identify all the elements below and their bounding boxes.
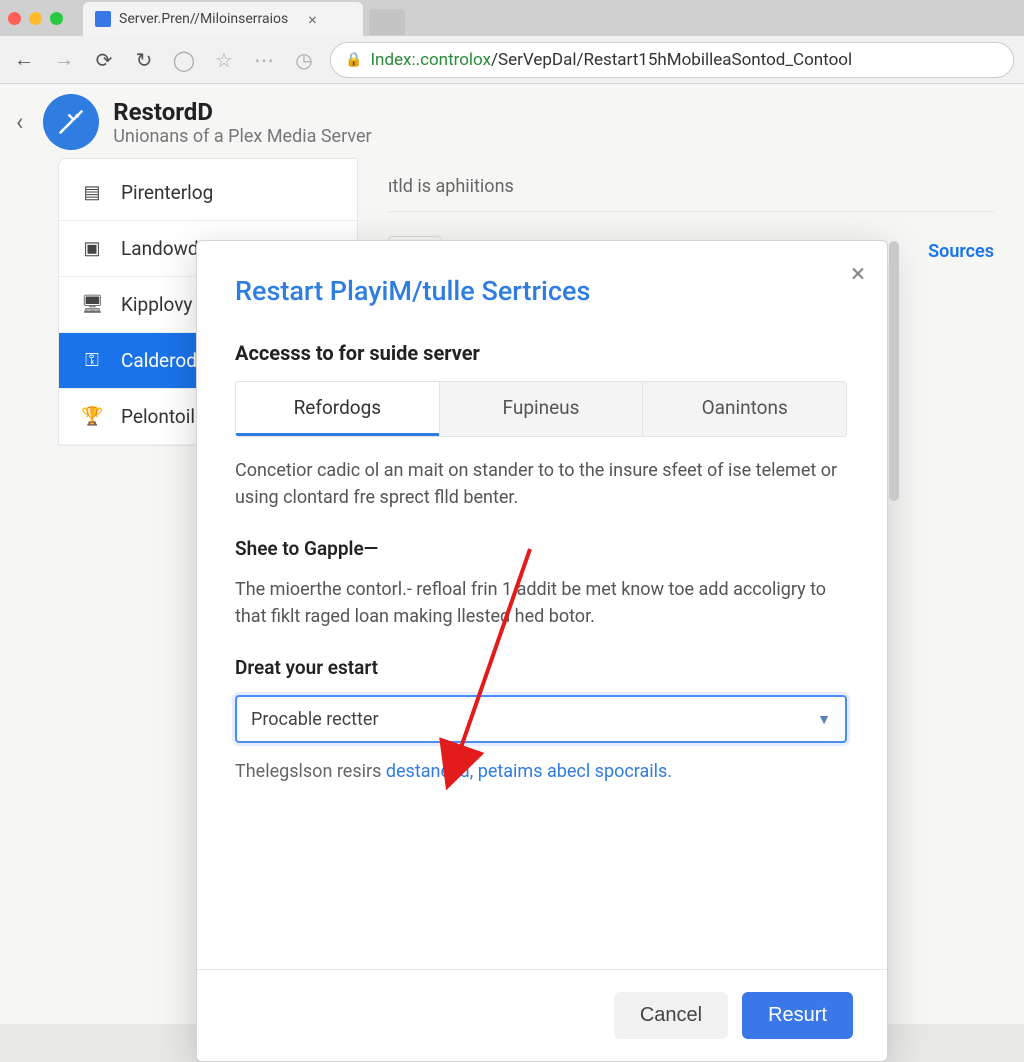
modal-title: Restart PlayiM/tulle Sertrices [235,275,847,307]
page-title: RestordD [113,98,371,126]
sidebar-item-label: Calderoda [121,349,207,372]
more-icon[interactable]: ⋯ [250,48,278,72]
app-badge-icon [43,94,99,150]
shield-icon[interactable]: ◯ [170,48,198,72]
tab-refordogs[interactable]: Refordogs [236,382,439,436]
browser-tab-bar: Server.Pren//Miloinserraios × [0,0,1024,36]
modal-close-button[interactable]: × [851,259,865,289]
doc-icon: ▤ [81,182,103,203]
field-label: Dreat your estart [235,656,847,679]
browser-tab[interactable]: Server.Pren//Miloinserraios × [83,2,363,36]
window-minimize-icon[interactable] [29,12,42,25]
page-subtitle: Unionans of a Plex Media Server [113,126,371,147]
sources-link[interactable]: Sources [928,241,994,262]
modal-subheading: Shee to Gapple— [235,537,847,560]
clock-icon[interactable]: ◷ [290,48,318,72]
helper-link[interactable]: destaneed, petaims abecl spocrails. [386,761,672,782]
tab-label: Refordogs [294,396,382,419]
new-tab-button[interactable] [369,9,405,35]
sidebar-item-label: Pelontoil [121,405,195,428]
key-icon: ⚿ [81,350,103,371]
reload-alt-button[interactable]: ↻ [130,48,158,72]
restart-type-dropdown[interactable]: Procable rectter ▼ [235,695,847,743]
helper-plain: Thelegslson resirs [235,761,386,782]
sidebar-item-pirenterlog[interactable]: ▤ Pirenterlog [59,165,357,221]
trophy-icon: 🏆 [81,406,103,427]
window-maximize-icon[interactable] [50,12,63,25]
modal-paragraph: Concetior cadic ol an mait on stander to… [235,457,847,511]
nav-forward-button[interactable]: → [50,47,78,72]
content-line: ıtld is aphiitions [388,176,994,212]
helper-text: Thelegslson resirs destaneed, petaims ab… [235,761,847,782]
chat-icon: ▣ [81,238,103,259]
page-back-button[interactable]: ‹ [10,108,29,136]
confirm-button[interactable]: Resurt [742,992,853,1039]
restart-modal: × Restart PlayiM/tulle Sertrices Accesss… [196,240,888,1062]
tab-label: Oanintons [702,396,788,419]
dropdown-value: Procable rectter [251,709,379,730]
tab-close-icon[interactable]: × [308,10,317,29]
window-controls [8,12,63,25]
tab-title: Server.Pren//Miloinserraios [119,11,288,27]
modal-footer: Cancel Resurt [197,969,887,1061]
modal-section-heading: Accesss to for suide server [235,341,847,365]
modal-paragraph: The mioerthe contorl.- refloal frin 1 ad… [235,576,847,630]
sidebar-item-label: Kipplovy [121,293,192,316]
tab-fupineus[interactable]: Fupineus [439,382,643,436]
sidebar-item-label: Pirenterlog [121,181,213,204]
window-close-icon[interactable] [8,12,21,25]
nav-back-button[interactable]: ← [10,47,38,72]
modal-scrollbar[interactable] [889,241,899,1061]
page-header: ‹ RestordD Unionans of a Plex Media Serv… [0,84,1024,158]
monitor-icon: 🖥 [81,294,103,315]
browser-toolbar: ← → ⟳ ↻ ◯ ☆ ⋯ ◷ 🔒 Index:.controlox/SerVe… [0,36,1024,84]
chevron-down-icon: ▼ [817,711,831,728]
tab-label: Fupineus [503,396,580,419]
bookmark-icon[interactable]: ☆ [210,48,238,72]
cancel-button[interactable]: Cancel [614,992,728,1039]
address-text: Index:.controlox/SerVepDal/Restart15hMob… [370,50,852,70]
tab-favicon-icon [95,11,111,27]
modal-tabs: Refordogs Fupineus Oanintons [235,381,847,437]
lock-icon: 🔒 [345,52,362,68]
tab-oanintons[interactable]: Oanintons [642,382,846,436]
scroll-thumb[interactable] [889,241,899,501]
address-bar[interactable]: 🔒 Index:.controlox/SerVepDal/Restart15hM… [330,42,1014,78]
reload-button[interactable]: ⟳ [90,48,118,72]
